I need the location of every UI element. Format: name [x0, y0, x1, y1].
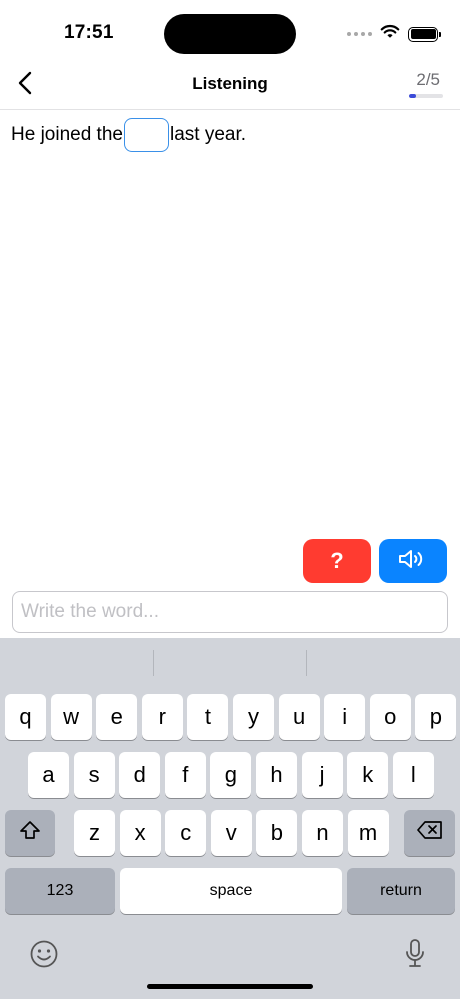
return-key[interactable]: return [347, 868, 455, 914]
delete-key[interactable] [404, 810, 455, 856]
battery-icon [408, 26, 441, 42]
key-m[interactable]: m [347, 810, 389, 856]
backspace-icon [416, 820, 443, 846]
emoji-icon [29, 939, 59, 974]
answer-blank [123, 118, 169, 152]
shift-icon [19, 820, 41, 846]
page-title: Listening [192, 74, 268, 93]
exercise-sentence: He joined the last year. [11, 118, 246, 152]
key-a[interactable]: a [28, 752, 69, 798]
key-i[interactable]: i [324, 694, 366, 740]
key-p[interactable]: p [415, 694, 457, 740]
wifi-icon [380, 24, 400, 44]
key-f[interactable]: f [164, 752, 206, 798]
space-key[interactable]: space [120, 868, 342, 914]
answer-input[interactable] [12, 591, 448, 633]
sentence-after-blank: last year. [169, 124, 247, 145]
key-n[interactable]: n [302, 810, 343, 856]
key-v[interactable]: v [210, 810, 252, 856]
key-w[interactable]: w [50, 694, 92, 740]
progress-label: 2/5 [416, 70, 440, 89]
numbers-key[interactable]: 123 [5, 868, 115, 914]
key-j[interactable]: j [301, 752, 343, 798]
key-b[interactable]: b [256, 810, 298, 856]
suggestion-divider [153, 650, 154, 676]
key-d[interactable]: d [119, 752, 161, 798]
home-indicator [147, 984, 313, 989]
key-e[interactable]: e [96, 694, 138, 740]
suggestion-divider [306, 650, 307, 676]
key-c[interactable]: c [165, 810, 207, 856]
sentence-before-blank: He joined the [11, 124, 123, 145]
emoji-key[interactable] [26, 938, 62, 974]
keyboard: 123 space return qwertyuiop asdfghjkl zxcv… [0, 638, 460, 999]
play-audio-button[interactable] [379, 539, 447, 583]
progress-bar [409, 94, 443, 98]
key-r[interactable]: r [141, 694, 183, 740]
cellular-signal-icon [347, 32, 372, 36]
shift-key[interactable] [5, 810, 55, 856]
microphone-icon [404, 938, 426, 975]
key-k[interactable]: k [347, 752, 389, 798]
speaker-icon [398, 548, 428, 575]
nav-bar: Listening 2/5 [0, 64, 460, 110]
key-h[interactable]: h [256, 752, 297, 798]
key-u[interactable]: u [278, 694, 320, 740]
key-x[interactable]: x [119, 810, 161, 856]
status-time: 17:51 [64, 22, 114, 43]
status-indicators [347, 24, 441, 44]
key-z[interactable]: z [74, 810, 115, 856]
hint-button[interactable]: ? [303, 539, 371, 583]
dynamic-island [164, 14, 296, 54]
key-l[interactable]: l [392, 752, 434, 798]
status-bar: 17:51 [0, 0, 460, 64]
key-o[interactable]: o [369, 694, 411, 740]
dictation-key[interactable] [399, 938, 431, 974]
progress-fill [409, 94, 416, 98]
key-g[interactable]: g [210, 752, 252, 798]
key-q[interactable]: q [5, 694, 46, 740]
key-t[interactable]: t [187, 694, 229, 740]
key-s[interactable]: s [73, 752, 115, 798]
key-y[interactable]: y [233, 694, 274, 740]
